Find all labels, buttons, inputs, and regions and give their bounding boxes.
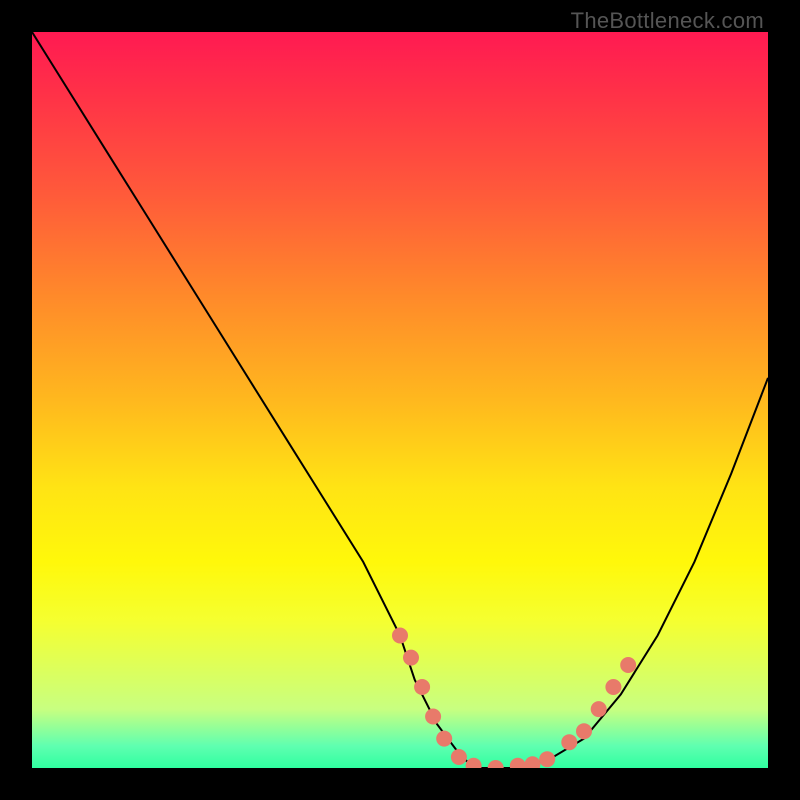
marker-dot: [414, 679, 430, 695]
chart-svg: [32, 32, 768, 768]
marker-dot: [510, 758, 526, 768]
marker-dot: [466, 758, 482, 768]
marker-dot: [436, 731, 452, 747]
marker-dot: [392, 628, 408, 644]
marker-dot: [403, 650, 419, 666]
marker-dot: [620, 657, 636, 673]
chart-container: TheBottleneck.com: [0, 0, 800, 800]
bottleneck-curve: [32, 32, 768, 768]
marker-dot: [451, 749, 467, 765]
marker-dot: [591, 701, 607, 717]
marker-dot: [488, 760, 504, 768]
marker-dot: [605, 679, 621, 695]
marker-dot: [525, 756, 541, 768]
plot-area: [32, 32, 768, 768]
marker-dot: [576, 723, 592, 739]
curve-markers: [392, 628, 636, 769]
brand-watermark: TheBottleneck.com: [571, 8, 764, 34]
marker-dot: [425, 709, 441, 725]
marker-dot: [561, 734, 577, 750]
marker-dot: [539, 751, 555, 767]
